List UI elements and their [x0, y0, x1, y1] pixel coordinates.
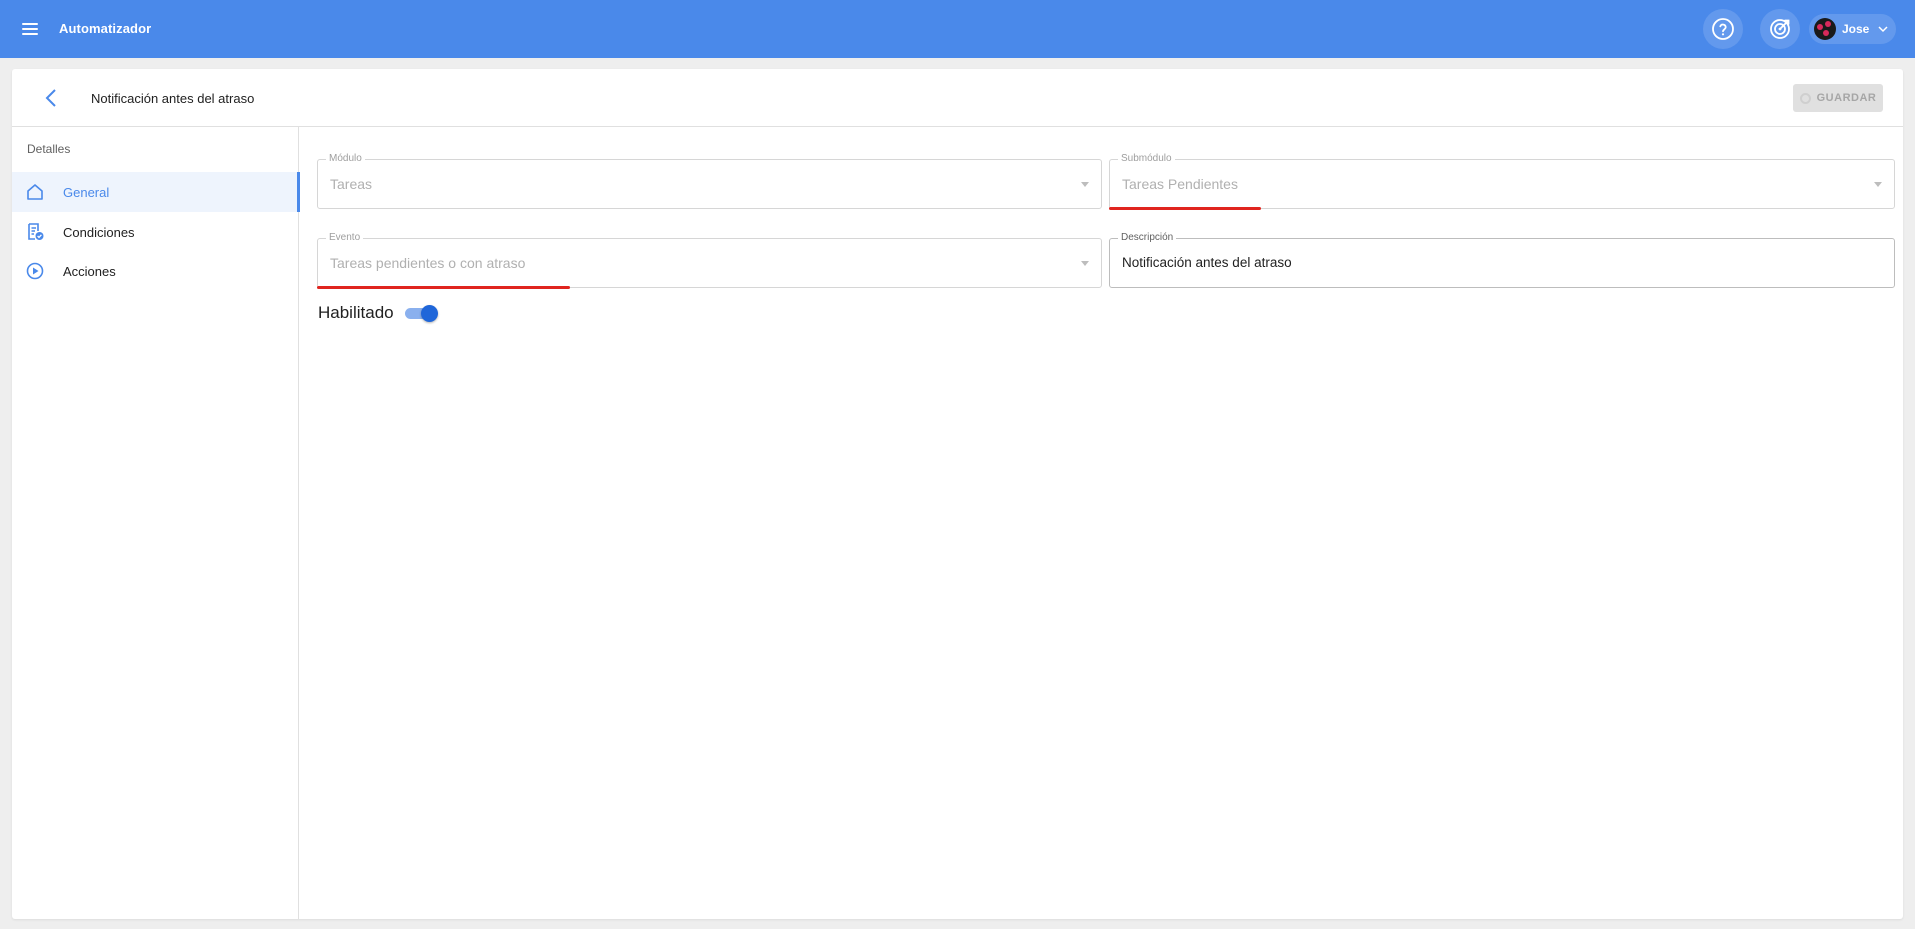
sidebar-item-acciones[interactable]: Acciones: [12, 251, 299, 291]
home-icon: [27, 184, 43, 200]
card-header: Notificación antes del atraso GUARDAR: [12, 69, 1903, 127]
submodulo-label: Submódulo: [1118, 153, 1175, 165]
dropdown-arrow-icon: [1081, 261, 1089, 266]
sidebar-item-label: General: [63, 184, 110, 200]
submodulo-value: Tareas Pendientes: [1122, 176, 1238, 192]
top-app-bar: Automatizador Jose: [0, 0, 1915, 58]
page-title: Notificación antes del atraso: [91, 91, 255, 106]
back-button[interactable]: [40, 86, 64, 110]
habilitado-toggle[interactable]: [404, 303, 439, 323]
evento-select[interactable]: Evento Tareas pendientes o con atraso: [317, 232, 1102, 288]
modulo-value: Tareas: [330, 176, 373, 192]
save-button-label: GUARDAR: [1816, 92, 1877, 104]
habilitado-row: Habilitado: [318, 300, 439, 326]
help-button[interactable]: [1703, 9, 1743, 49]
user-name: Jose: [1842, 22, 1870, 36]
hamburger-icon[interactable]: [18, 17, 42, 41]
app-title: Automatizador: [59, 21, 152, 36]
habilitado-label: Habilitado: [318, 303, 394, 322]
sidebar-item-general[interactable]: General: [12, 172, 300, 212]
annotation-underline: [317, 286, 570, 289]
evento-label: Evento: [326, 232, 364, 244]
chevron-down-icon: [1878, 26, 1888, 33]
submodulo-select[interactable]: Submódulo Tareas Pendientes: [1109, 153, 1895, 209]
modulo-label: Módulo: [326, 153, 365, 165]
target-button[interactable]: [1760, 9, 1800, 49]
toggle-thumb: [420, 305, 438, 322]
sidebar-item-label: Condiciones: [63, 224, 135, 240]
save-icon: [1799, 92, 1811, 104]
evento-value: Tareas pendientes o con atraso: [330, 255, 526, 271]
user-avatar: [1814, 18, 1836, 40]
question-circle-icon: [1712, 18, 1734, 40]
target-icon: [1770, 19, 1790, 39]
user-menu[interactable]: Jose: [1809, 14, 1896, 44]
descripcion-value: Notificación antes del atraso: [1122, 255, 1292, 270]
sidebar-heading: Detalles: [27, 142, 71, 156]
sidebar-item-condiciones[interactable]: Condiciones: [12, 212, 299, 252]
sidebar-item-label: Acciones: [63, 263, 116, 279]
play-circle-icon: [26, 262, 44, 280]
save-button[interactable]: GUARDAR: [1793, 84, 1883, 112]
descripcion-field[interactable]: Descripción Notificación antes del atras…: [1109, 232, 1895, 288]
sidebar: Detalles General Condiciones Acciones: [12, 127, 300, 919]
checklist-icon: [28, 223, 44, 240]
modulo-select[interactable]: Módulo Tareas: [317, 153, 1102, 209]
dropdown-arrow-icon: [1081, 182, 1089, 187]
dropdown-arrow-icon: [1874, 182, 1882, 187]
chevron-left-icon: [45, 89, 56, 107]
annotation-underline: [1109, 207, 1261, 210]
descripcion-label: Descripción: [1118, 232, 1177, 244]
